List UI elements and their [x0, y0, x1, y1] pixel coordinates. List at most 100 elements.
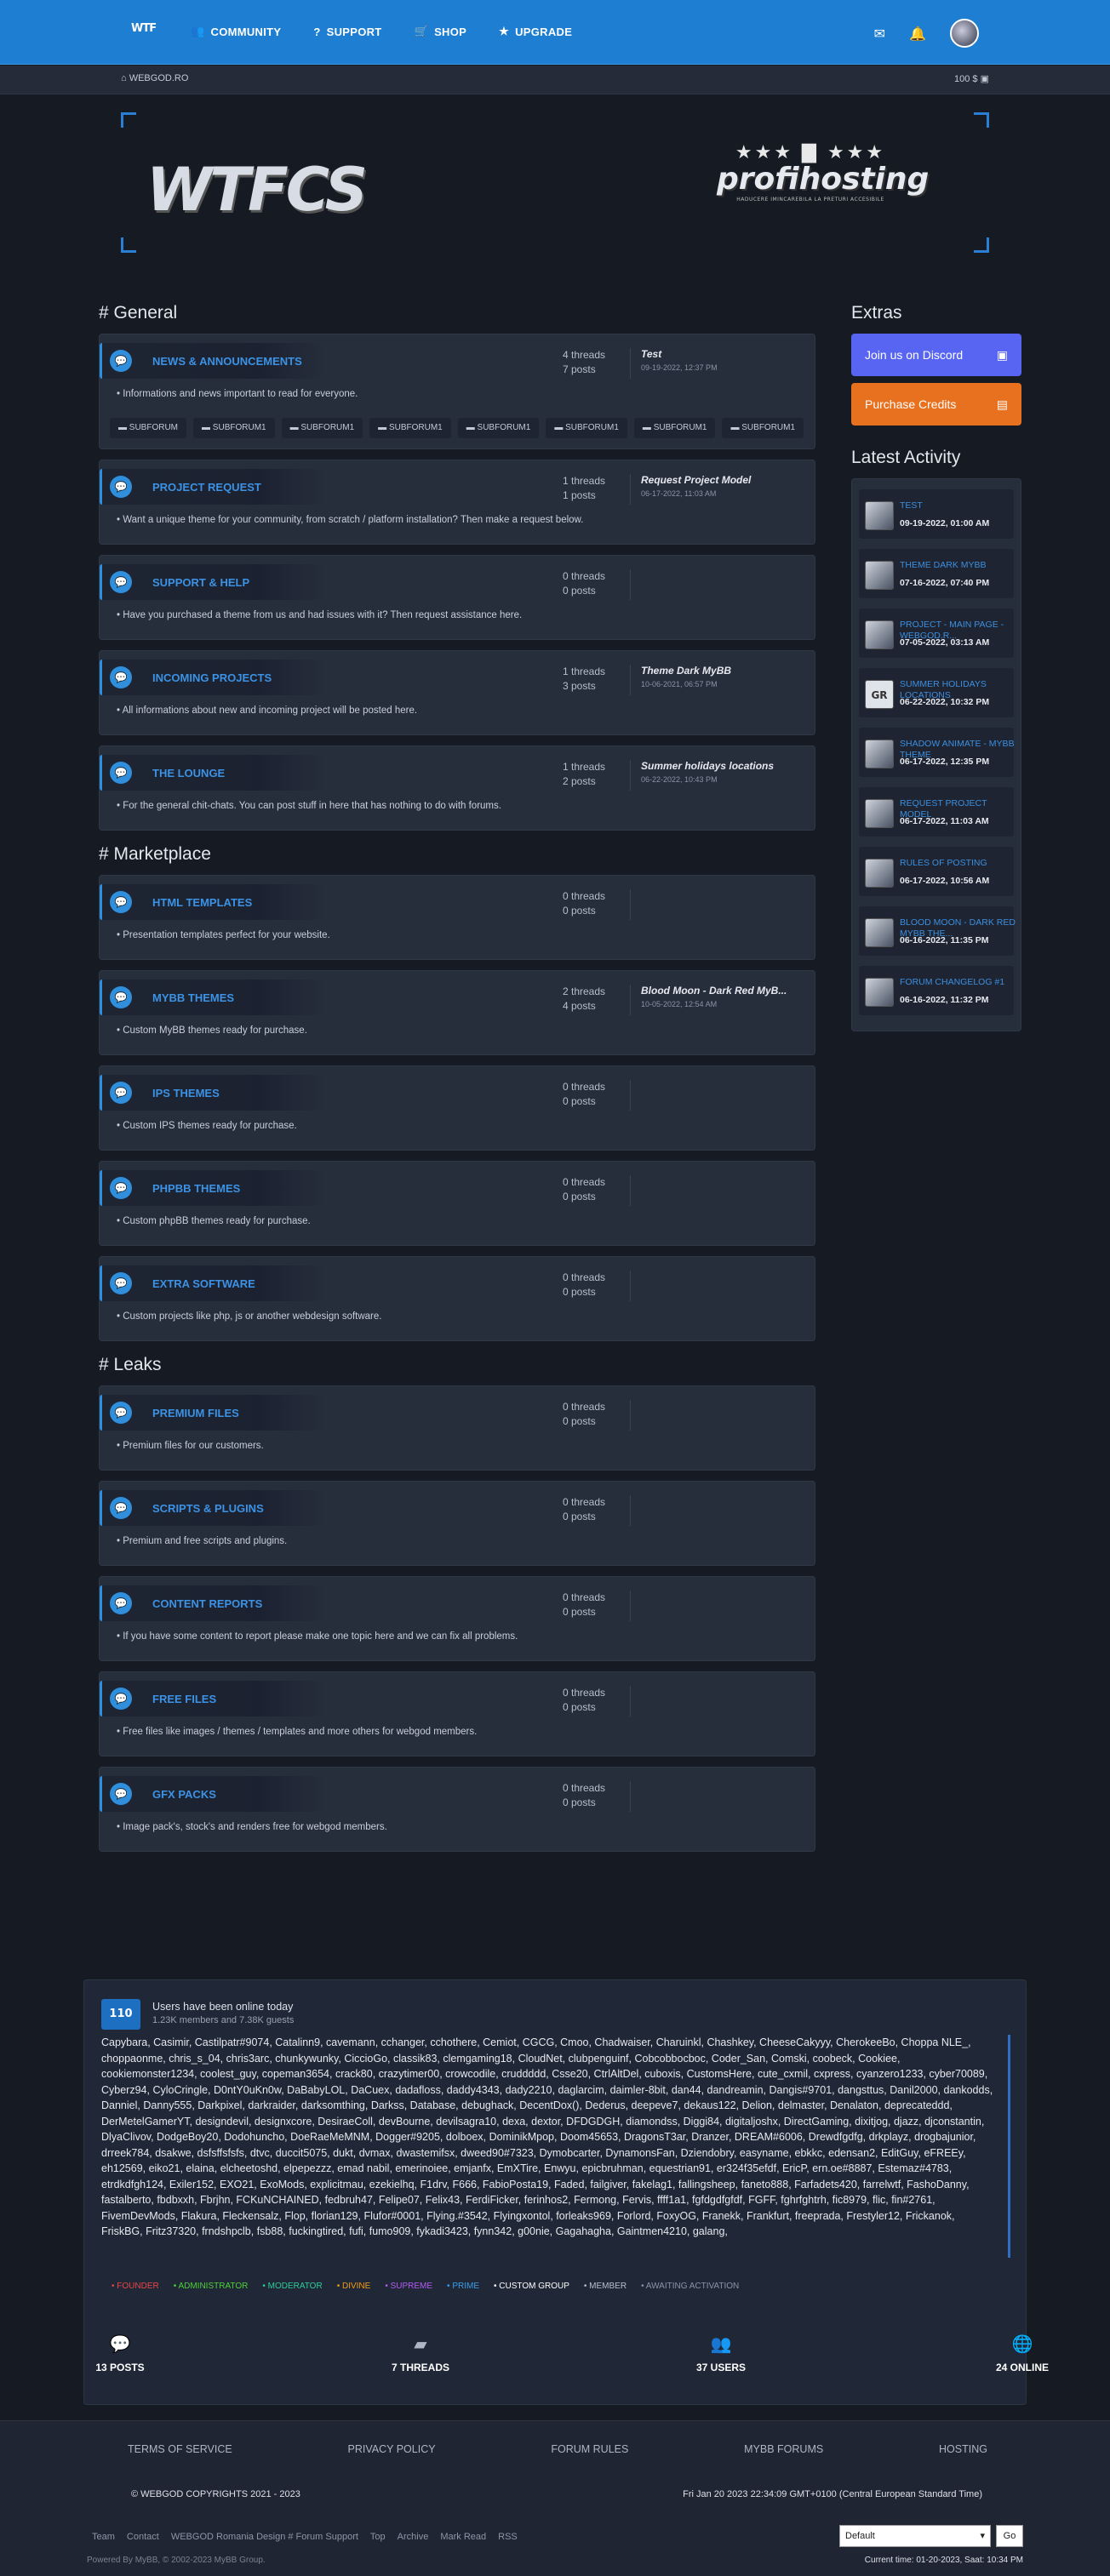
last-post: [641, 1686, 811, 1689]
nav-upgrade-label: UPGRADE: [515, 25, 573, 38]
forum-name[interactable]: SCRIPTS & PLUGINS: [152, 1502, 264, 1515]
last-post-title[interactable]: Request Project Model: [641, 474, 811, 486]
subforum-link[interactable]: ▬ SUBFORUM1: [633, 418, 716, 438]
forum-name[interactable]: THE LOUNGE: [152, 767, 225, 780]
footer-link[interactable]: MYBB FORUMS: [744, 2443, 823, 2455]
bottom-link[interactable]: Mark Read: [440, 2532, 486, 2542]
forum-description: • Informations and news important to rea…: [117, 389, 358, 399]
forum-row: 💬 IPS THEMES 0 threads 0 posts • Custom IPS …: [99, 1065, 815, 1151]
purchase-credits-label: Purchase Credits: [865, 397, 957, 411]
site-logo[interactable]: WTF: [131, 22, 158, 39]
activity-title[interactable]: RULES OF POSTING: [900, 858, 1019, 869]
activity-item[interactable]: GR SUMMER HOLIDAYS LOCATIONS 06-22-2022, 1…: [859, 668, 1014, 717]
activity-title[interactable]: TEST: [900, 500, 1019, 511]
subforum-link[interactable]: ▬ SUBFORUM1: [457, 418, 540, 438]
activity-item[interactable]: TEST 09-19-2022, 01:00 AM: [859, 489, 1014, 539]
forum-name[interactable]: PHPBB THEMES: [152, 1182, 240, 1195]
forum-name[interactable]: NEWS & ANNOUNCEMENTS: [152, 355, 302, 368]
chat-bubble-icon: 💬: [110, 1783, 132, 1805]
activity-item[interactable]: THEME DARK MYBB 07-16-2022, 07:40 PM: [859, 549, 1014, 598]
extras-title: Extras: [851, 303, 902, 323]
last-post-title[interactable]: Summer holidays locations: [641, 760, 811, 772]
subforum-link[interactable]: ▬ SUBFORUM1: [281, 418, 363, 438]
bottom-link[interactable]: Contact: [127, 2532, 159, 2542]
forum-head: 💬 GFX PACKS 0 threads 0 posts: [100, 1768, 815, 1820]
bell-icon[interactable]: 🔔: [909, 26, 926, 42]
wallet-icon: ▣: [980, 74, 989, 84]
nav-support[interactable]: ? SUPPORT: [313, 25, 381, 38]
bottom-link[interactable]: RSS: [498, 2532, 518, 2542]
user-avatar[interactable]: [950, 19, 979, 48]
footer-link[interactable]: FORUM RULES: [551, 2443, 628, 2455]
forum-name[interactable]: FREE FILES: [152, 1693, 216, 1705]
activity-item[interactable]: REQUEST PROJECT MODEL 06-17-2022, 11:03 A…: [859, 787, 1014, 837]
nav-support-label: SUPPORT: [326, 25, 382, 38]
sidebar: Extras Join us on Discord ▣ Purchase Cred…: [851, 300, 1021, 1031]
activity-item[interactable]: SHADOW ANIMATE - MYBB THEME 06-17-2022, 1…: [859, 728, 1015, 777]
footer-link[interactable]: TERMS OF SERVICE: [128, 2443, 232, 2455]
breadcrumb[interactable]: ⌂ WEBGOD.RO: [121, 73, 188, 83]
go-button[interactable]: Go: [996, 2525, 1023, 2547]
nav-shop[interactable]: 🛒 SHOP: [415, 25, 467, 38]
forum-name[interactable]: CONTENT REPORTS: [152, 1597, 262, 1610]
subforum-link[interactable]: ▬ SUBFORUM1: [193, 418, 275, 438]
activity-item[interactable]: RULES OF POSTING 06-17-2022, 10:56 AM: [859, 847, 1014, 896]
forum-description: • Free files like images / themes / temp…: [117, 1727, 478, 1737]
last-post: [641, 1400, 811, 1403]
forum-name[interactable]: EXTRA SOFTWARE: [152, 1277, 255, 1290]
nav-community[interactable]: 👥 COMMUNITY: [191, 25, 281, 38]
last-post-title[interactable]: Test: [641, 348, 811, 360]
chat-bubble-icon: 💬: [110, 350, 132, 372]
bottom-link[interactable]: Top: [370, 2532, 386, 2542]
footer-link[interactable]: HOSTING: [939, 2443, 987, 2455]
forum-name[interactable]: MYBB THEMES: [152, 991, 234, 1004]
theme-select[interactable]: Default: [839, 2525, 991, 2547]
subforum-link[interactable]: ▬ SUBFORUM: [110, 418, 187, 438]
forum-name[interactable]: INCOMING PROJECTS: [152, 671, 272, 684]
last-post-title[interactable]: Blood Moon - Dark Red MyB...: [641, 985, 811, 997]
forum-name[interactable]: PROJECT REQUEST: [152, 481, 261, 494]
bottom-link[interactable]: Archive: [398, 2532, 429, 2542]
activity-item[interactable]: BLOOD MOON - DARK RED MYBB THE... 06-16-2…: [859, 906, 1016, 956]
forum-name[interactable]: GFX PACKS: [152, 1788, 216, 1801]
nav-upgrade[interactable]: ★ UPGRADE: [499, 25, 572, 38]
category-title: # Marketplace: [99, 844, 211, 864]
subforum-label: SUBFORUM1: [741, 423, 796, 432]
activity-title[interactable]: THEME DARK MYBB: [900, 560, 1019, 571]
activity-item[interactable]: FORUM CHANGELOG #1 06-16-2022, 11:32 PM: [859, 966, 1014, 1015]
threads-count: 0 threads: [563, 1782, 606, 1794]
forum-name[interactable]: PREMIUM FILES: [152, 1407, 239, 1419]
last-post-title[interactable]: Theme Dark MyBB: [641, 665, 811, 677]
forum-name[interactable]: HTML TEMPLATES: [152, 896, 252, 909]
chat-bubble-icon: 💬: [110, 891, 132, 913]
activity-item[interactable]: PROJECT - MAIN PAGE - WEBGOD.R... 07-05-2…: [859, 608, 1014, 658]
subforum-link[interactable]: ▬ SUBFORUM1: [369, 418, 451, 438]
forum-head: 💬 EXTRA SOFTWARE 0 threads 0 posts: [100, 1257, 815, 1310]
inbox-icon[interactable]: ✉: [874, 26, 885, 42]
activity-title[interactable]: FORUM CHANGELOG #1: [900, 977, 1019, 988]
stat-item: 👥 37 USERS: [653, 2329, 789, 2373]
profihosting-ad[interactable]: ★★★ ▇ ★★★ profihosting HADUCERE IMINCARE…: [717, 142, 929, 227]
forum-head: 💬 SCRIPTS & PLUGINS 0 threads 0 posts: [100, 1482, 815, 1534]
folder-icon: ▬: [202, 423, 213, 432]
bottom-link[interactable]: WEBGOD Romania Design # Forum Support: [171, 2532, 358, 2542]
forum-list: # General 💬 NEWS & ANNOUNCEMENTS 4 threads 7…: [99, 300, 815, 1862]
bottom-link[interactable]: Team: [92, 2532, 115, 2542]
credits-balance[interactable]: 100 $ ▣: [954, 73, 989, 84]
forum-stats: 0 threads 0 posts: [563, 1271, 631, 1301]
forum-description: • Image pack's, stock's and renders free…: [117, 1822, 387, 1832]
forum-row: 💬 PHPBB THEMES 0 threads 0 posts • Custom ph…: [99, 1161, 815, 1246]
subforum-link[interactable]: ▬ SUBFORUM1: [722, 418, 804, 438]
forum-name[interactable]: SUPPORT & HELP: [152, 576, 249, 589]
subforum-link[interactable]: ▬ SUBFORUM1: [546, 418, 627, 438]
online-today-title: Users have been online today: [152, 2001, 294, 2013]
forum-name[interactable]: IPS THEMES: [152, 1087, 220, 1100]
folder-icon: ▬: [378, 423, 389, 432]
purchase-credits-button[interactable]: Purchase Credits ▤: [851, 383, 1021, 426]
discord-button[interactable]: Join us on Discord ▣: [851, 334, 1021, 376]
wtfcs-logo[interactable]: WTFCS: [146, 155, 368, 225]
footer-link[interactable]: PRIVACY POLICY: [348, 2443, 436, 2455]
forum-row: 💬 THE LOUNGE 1 threads 2 posts Summer holida…: [99, 745, 815, 831]
online-users-list[interactable]: Capybara, Casimir, Castilpatr#9074, Cata…: [101, 2035, 1010, 2258]
subforum-label: SUBFORUM: [129, 423, 179, 432]
